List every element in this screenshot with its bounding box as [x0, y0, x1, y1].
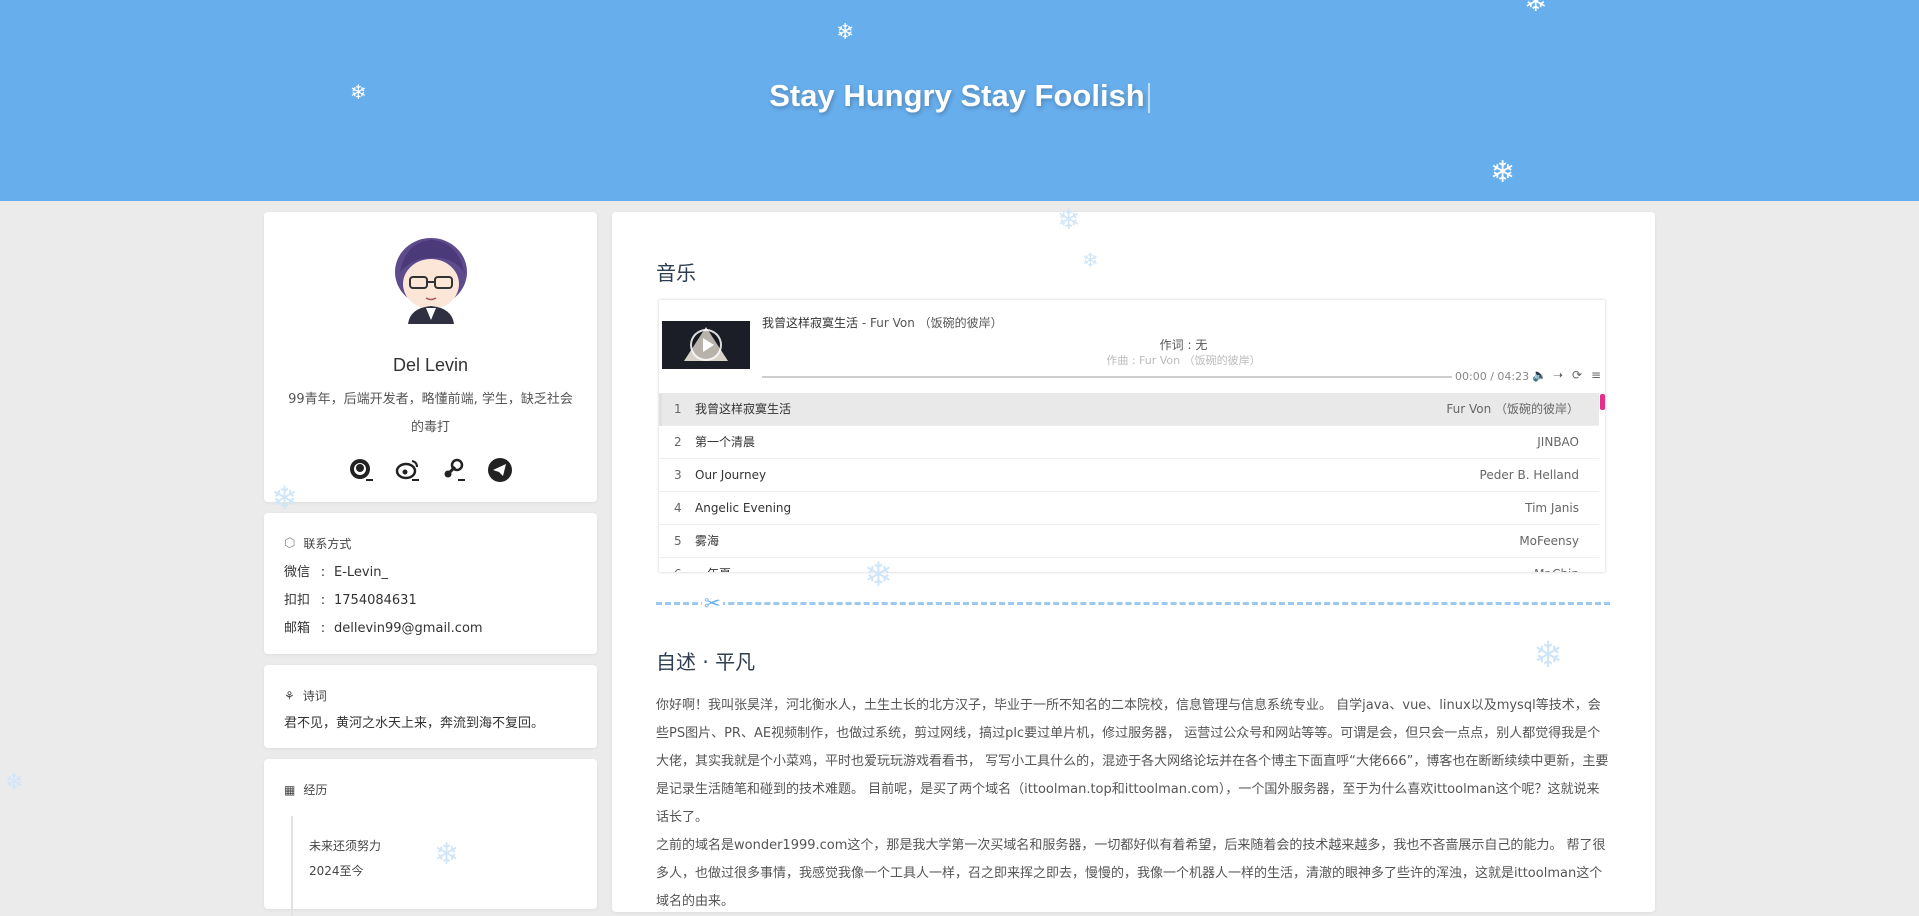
main-content: 音乐 我曾这样寂寞生活 - Fur Von （饭碗的彼岸） 作词 : 无 作曲 …	[612, 212, 1655, 912]
now-playing-title: 我曾这样寂寞生活 - Fur Von （饭碗的彼岸）	[762, 316, 1003, 330]
profile-bio: 99青年，后端开发者，略懂前端, 学生，缺乏社会的毒打	[288, 392, 573, 435]
contact-qq: 扣扣:1754084631	[284, 593, 417, 608]
experience-heading: ▦ 经历	[284, 782, 328, 798]
snowflake-icon: ❄	[5, 770, 24, 795]
intro-paragraph-2: 之前的域名是wonder1999.com这个，那是我大学第一次买域名和服务器，一…	[656, 838, 1606, 909]
loop-icon[interactable]: ⟳	[1570, 368, 1584, 382]
playlist-item[interactable]: 6 一年夏 Mr.Chin	[659, 558, 1599, 572]
progress-bar[interactable]	[762, 376, 1452, 378]
music-heading: 音乐	[656, 261, 696, 285]
steam-icon[interactable]	[441, 457, 467, 483]
profile-name: Del Levin	[392, 355, 469, 375]
page-header: Stay Hungry Stay Foolish ❄ ❄ ❄ ❄	[0, 0, 1919, 201]
weibo-icon[interactable]	[395, 457, 421, 483]
lyric-line-next: 作曲 : Fur Von （饭碗的彼岸）	[1106, 354, 1261, 367]
scissors-icon: ✂	[702, 591, 723, 615]
contact-email[interactable]: 邮箱: dellevin99@gmail.com	[284, 615, 483, 643]
album-cover[interactable]	[662, 321, 750, 369]
contact-wechat: 微信: E-Levin_	[284, 565, 388, 580]
intro-heading: 自述 · 平凡	[656, 650, 756, 674]
order-icon[interactable]: ➝	[1551, 368, 1565, 382]
github-icon[interactable]	[349, 457, 375, 483]
avatar	[395, 238, 467, 324]
telegram-icon[interactable]	[487, 457, 513, 483]
hexagon-icon: ⬡	[284, 536, 296, 551]
playlist-item[interactable]: 2 第一个清晨 JINBAO	[659, 426, 1599, 459]
playlist-item[interactable]: 4 Angelic Evening Tim Janis	[659, 492, 1599, 525]
poem-card: ⚘ 诗词 君不见，黄河之水天上来，奔流到海不复回。	[264, 665, 597, 748]
playlist-item[interactable]: 1 我曾这样寂寞生活 Fur Von （饭碗的彼岸）	[659, 393, 1599, 426]
social-links	[264, 457, 597, 483]
menu-icon[interactable]: ≡	[1589, 368, 1603, 382]
time-display: 00:00 / 04:23	[1455, 370, 1530, 383]
intro-paragraph: 你好啊！我叫张昊洋，河北衡水人，土生土长的北方汉子，毕业于一所不知名的二本院校，…	[656, 698, 1609, 825]
playlist-item[interactable]: 3 Our Journey Peder B. Helland	[659, 459, 1599, 492]
dashed-divider	[656, 602, 1610, 605]
volume-icon[interactable]: 🔈	[1532, 368, 1547, 382]
lyric-line: 作词 : 无	[1159, 338, 1208, 352]
snowflake-icon: ❄	[1490, 155, 1516, 190]
contact-card: ⬡ 联系方式 微信: E-Levin_ 扣扣:1754084631 邮箱: dell…	[264, 513, 597, 654]
sprout-icon: ⚘	[284, 688, 295, 703]
contact-heading: ⬡ 联系方式	[284, 536, 352, 551]
experience-card: ▦ 经历 未来还须努力 2024至今	[264, 759, 597, 916]
playlist-item[interactable]: 5 雾海 MoFeensy	[659, 525, 1599, 558]
site-title: Stay Hungry Stay Foolish	[0, 78, 1919, 114]
play-icon[interactable]	[690, 329, 722, 361]
playlist: 1 我曾这样寂寞生活 Fur Von （饭碗的彼岸） 2 第一个清晨 JINBA…	[659, 393, 1599, 572]
playlist-scrollbar[interactable]	[1600, 394, 1605, 410]
contact-list: 微信: E-Levin_ 扣扣:1754084631 邮箱: dellevin99@…	[284, 559, 483, 643]
timeline-item: 未来还须努力 2024至今	[309, 839, 382, 878]
snowflake-icon: ❄	[836, 20, 855, 45]
poem-text: 君不见，黄河之水天上来，奔流到海不复回。	[284, 716, 545, 731]
snowflake-icon: ❄	[1524, 0, 1548, 18]
timeline-line	[291, 816, 293, 916]
poem-heading: ⚘ 诗词	[284, 688, 327, 704]
player-box: 我曾这样寂寞生活 - Fur Von （饭碗的彼岸） 作词 : 无 作曲 : F…	[659, 300, 1605, 572]
calendar-icon: ▦	[284, 782, 296, 797]
typing-cursor	[1147, 82, 1150, 113]
profile-card: Del Levin 99青年，后端开发者，略懂前端, 学生，缺乏社会的毒打	[264, 212, 597, 502]
